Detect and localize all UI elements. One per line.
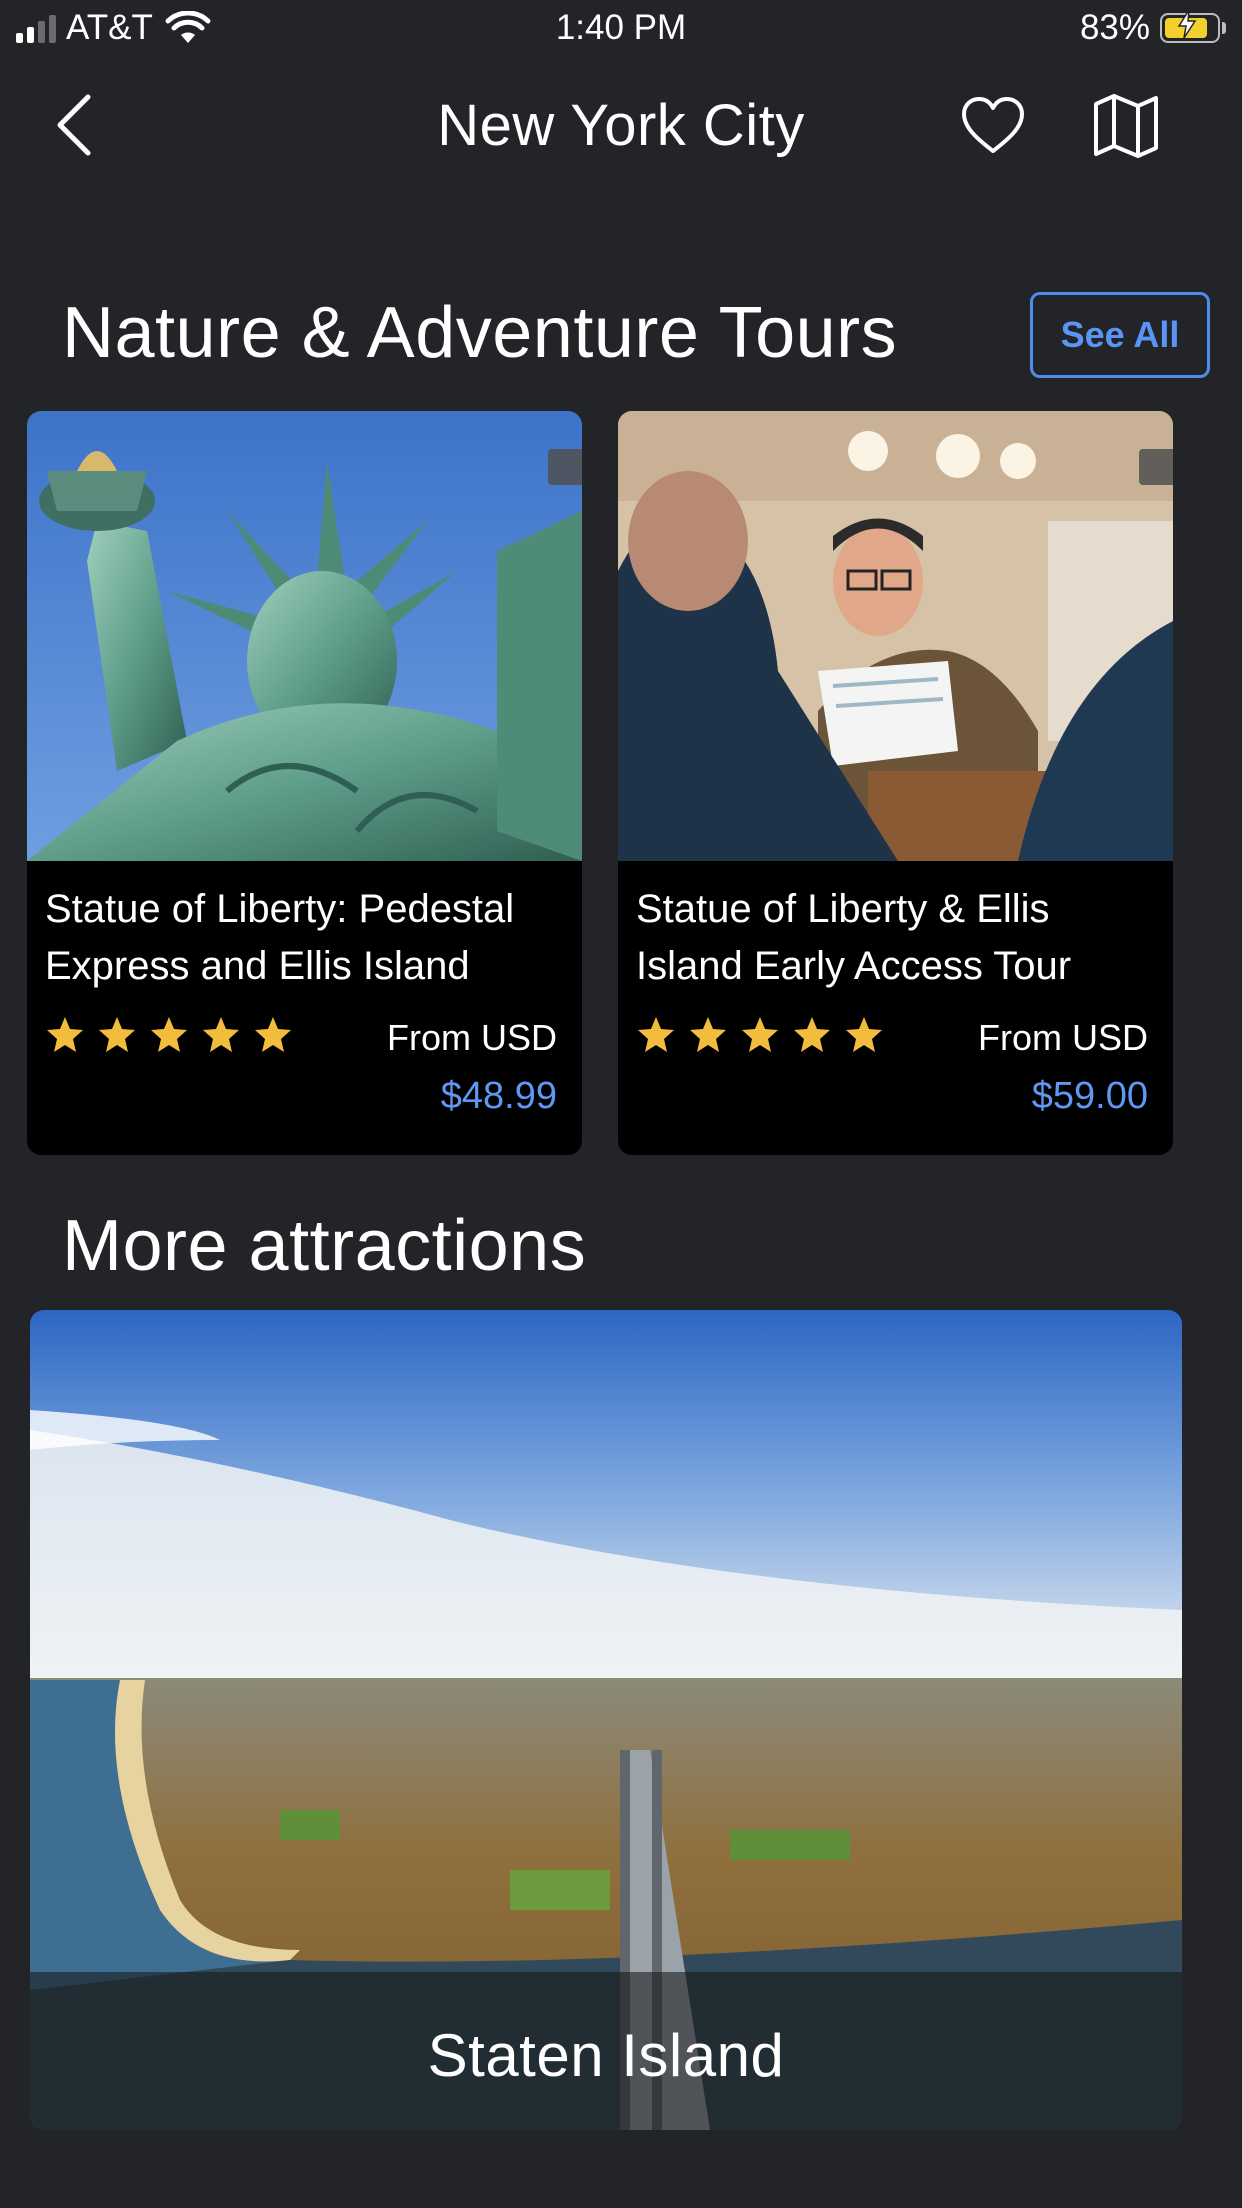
status-time: 1:40 PM — [555, 8, 687, 47]
star-icon — [846, 1017, 882, 1052]
star-icon — [794, 1017, 830, 1052]
battery-group: 83% — [1080, 8, 1226, 48]
price-from-label: From USD — [978, 1017, 1148, 1058]
map-button[interactable] — [1090, 92, 1162, 160]
page-title: New York City — [437, 93, 805, 158]
heart-icon — [962, 97, 1024, 153]
battery-icon — [1160, 9, 1220, 43]
star-icon — [742, 1017, 778, 1052]
star-icon — [99, 1017, 135, 1052]
attraction-card[interactable]: Staten Island — [30, 1310, 1182, 2130]
attraction-name: Staten Island — [427, 2022, 785, 2089]
star-icon — [151, 1017, 187, 1052]
see-all-button[interactable]: See All — [1030, 292, 1210, 378]
section-title: Nature & Adventure Tours — [62, 293, 898, 373]
tour-title: Statue of Liberty: Pedestal Express and … — [45, 887, 515, 988]
tour-photo-statue-of-liberty — [27, 411, 582, 861]
star-icon — [203, 1017, 239, 1052]
star-icon — [638, 1017, 674, 1052]
more-attractions-title: More attractions — [62, 1206, 587, 1286]
favorite-button[interactable] — [960, 96, 1026, 156]
price-from-label: From USD — [387, 1017, 557, 1058]
rating-stars — [636, 1015, 884, 1055]
star-icon — [47, 1017, 83, 1052]
tour-card[interactable]: Statue of Liberty: Pedestal Express and … — [27, 411, 582, 1155]
charging-bolt-icon — [1177, 9, 1197, 39]
price-value: $48.99 — [440, 1075, 557, 1117]
map-icon — [1094, 94, 1158, 158]
status-bar: AT&T 1:40 PM 83% — [0, 0, 1242, 58]
price-value: $59.00 — [1031, 1075, 1148, 1117]
rating-stars — [45, 1015, 293, 1055]
tour-photo-guide-meeting — [618, 411, 1173, 861]
nav-bar: New York City — [0, 70, 1242, 180]
star-icon — [255, 1017, 291, 1052]
tour-title: Statue of Liberty & Ellis Island Early A… — [636, 887, 1072, 988]
star-icon — [690, 1017, 726, 1052]
provider-badge-icon — [548, 449, 582, 485]
tour-card[interactable]: Statue of Liberty & Ellis Island Early A… — [618, 411, 1173, 1155]
battery-percent: 83% — [1079, 8, 1150, 47]
provider-badge-icon — [1139, 449, 1173, 485]
